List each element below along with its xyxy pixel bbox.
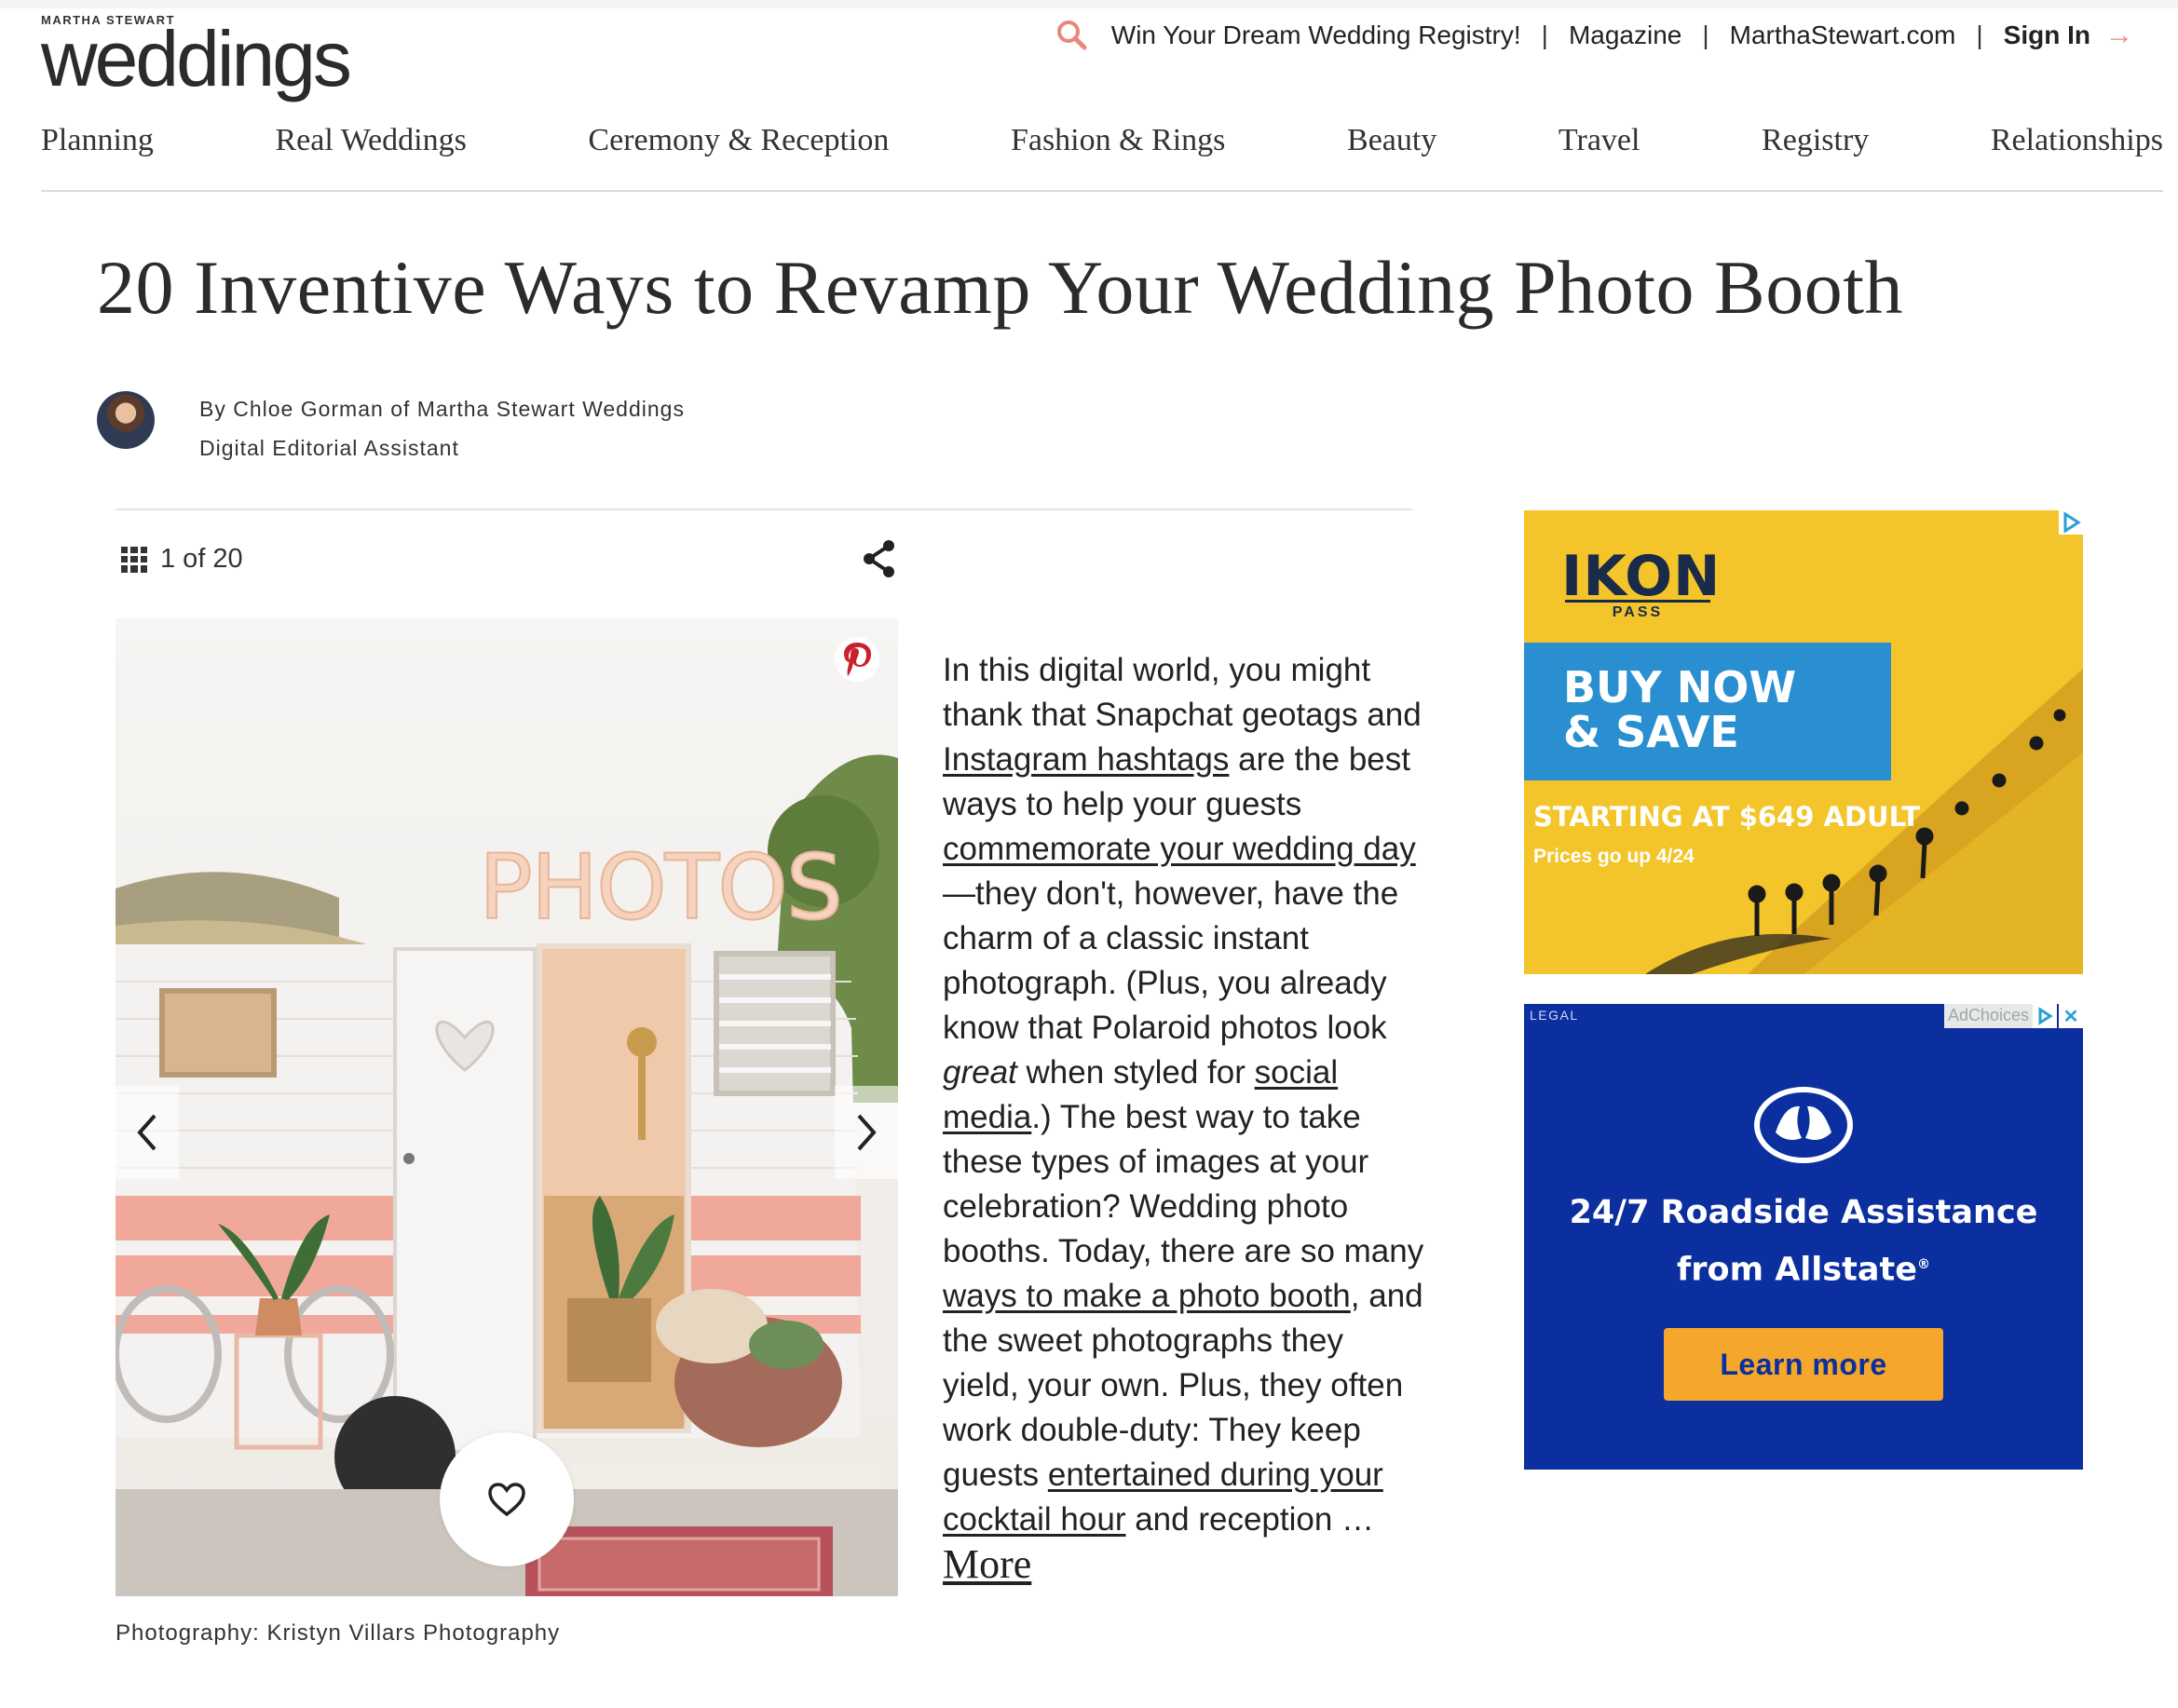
registry-sweepstakes-link[interactable]: Win Your Dream Wedding Registry! [1111, 20, 1521, 50]
slide-counter[interactable]: 1 of 20 [121, 544, 243, 575]
photo-credit: Photography: Kristyn Villars Photography [116, 1620, 561, 1646]
body-text: when styled for [1016, 1054, 1255, 1091]
close-ad-icon[interactable]: ✕ [2059, 1004, 2083, 1028]
slide-photo[interactable]: PHOTOS [116, 618, 898, 1596]
instagram-hashtags-link[interactable]: Instagram hashtags [943, 741, 1229, 778]
adchoices-bar[interactable]: AdChoices ✕ [1943, 1004, 2083, 1028]
registered-mark: ® [1916, 1257, 1930, 1272]
allstate-hands-logo [1753, 1086, 1854, 1164]
content-divider [116, 508, 1412, 510]
page-title: 20 Inventive Ways to Revamp Your Wedding… [97, 245, 1904, 330]
body-text: —they don't, however, have the charm of … [943, 875, 1399, 1046]
chevron-right-icon [857, 1114, 877, 1151]
photo-booth-ideas-link[interactable]: ways to make a photo booth [943, 1278, 1351, 1314]
allstate-line2: from Allstate [1677, 1251, 1917, 1289]
learn-more-button[interactable]: Learn more [1664, 1328, 1943, 1401]
ikon-pass-ad[interactable]: IKON PASS BUY NOW & SAVE STARTING AT $64… [1524, 510, 2083, 974]
adchoices-icon[interactable] [2059, 510, 2083, 535]
chevron-left-icon [137, 1114, 157, 1151]
allstate-ad[interactable]: LEGAL AdChoices ✕ 24/7 Roadside Assistan… [1524, 1004, 2083, 1470]
nav-item-travel[interactable]: Travel [1559, 123, 1640, 158]
ikon-headline-line1: BUY NOW [1563, 662, 1797, 712]
ikon-headline: BUY NOW & SAVE [1524, 643, 1891, 780]
separator: | [1976, 20, 1983, 49]
body-text: In this digital world, you might thank t… [943, 652, 1422, 733]
read-more-link[interactable]: More [943, 1541, 1031, 1587]
main-nav: Planning Real Weddings Ceremony & Recept… [41, 123, 2163, 158]
adchoices-icon[interactable] [2033, 1004, 2057, 1028]
allstate-headline: 24/7 Roadside Assistance from Allstate® [1524, 1186, 2083, 1296]
nav-item-fashion-rings[interactable]: Fashion & Rings [1011, 123, 1225, 158]
heart-icon [488, 1483, 525, 1517]
ikon-offer: STARTING AT $649 ADULT [1533, 801, 1921, 833]
nav-item-beauty[interactable]: Beauty [1347, 123, 1436, 158]
ikon-logo-sub: PASS [1565, 600, 1710, 621]
slide-counter-label: 1 of 20 [160, 544, 243, 574]
nav-item-ceremony-reception[interactable]: Ceremony & Reception [588, 123, 889, 158]
search-icon[interactable] [1054, 17, 1091, 54]
grid-icon[interactable] [121, 546, 147, 573]
photos-sign: PHOTOS [479, 835, 841, 940]
sign-in-link[interactable]: Sign In [2004, 20, 2090, 50]
save-favorite-button[interactable] [440, 1432, 574, 1566]
separator: | [1702, 20, 1709, 49]
nav-item-real-weddings[interactable]: Real Weddings [276, 123, 467, 158]
top-strip [0, 0, 2178, 8]
ikon-note: Prices go up 4/24 [1533, 846, 1695, 867]
previous-slide-button[interactable] [116, 1086, 179, 1179]
ikon-headline-line2: & SAVE [1563, 707, 1739, 757]
nav-item-registry[interactable]: Registry [1762, 123, 1869, 158]
author-role: Digital Editorial Assistant [199, 436, 459, 460]
pinterest-icon[interactable] [835, 637, 879, 682]
marthastewart-link[interactable]: MarthaStewart.com [1730, 20, 1956, 50]
allstate-line1: 24/7 Roadside Assistance [1569, 1194, 2038, 1231]
site-logo[interactable]: MARTHA STEWART weddings [41, 13, 352, 102]
utility-bar: Win Your Dream Wedding Registry! | Magaz… [1054, 17, 2133, 54]
next-slide-button[interactable] [835, 1086, 898, 1179]
nav-divider [41, 190, 2163, 192]
arrow-right-icon: → [2105, 20, 2133, 50]
logo-wordmark: weddings [41, 15, 352, 102]
magazine-link[interactable]: Magazine [1569, 20, 1681, 50]
nav-item-relationships[interactable]: Relationships [1991, 123, 2163, 158]
body-emphasis: great [943, 1054, 1017, 1091]
commemorate-wedding-link[interactable]: commemorate your wedding day [943, 831, 1416, 867]
ad-legal-label: LEGAL [1530, 1008, 1579, 1023]
separator: | [1541, 20, 1548, 49]
body-text: and reception … [1125, 1501, 1375, 1538]
share-icon[interactable] [861, 538, 898, 579]
author-avatar[interactable] [97, 391, 155, 449]
byline: By Chloe Gorman of Martha Stewart Weddin… [199, 389, 685, 468]
article-body: In this digital world, you might thank t… [943, 648, 1427, 1590]
author-name[interactable]: By Chloe Gorman of Martha Stewart Weddin… [199, 389, 685, 428]
adchoices-label[interactable]: AdChoices [1943, 1004, 2033, 1028]
nav-item-planning[interactable]: Planning [41, 123, 154, 158]
